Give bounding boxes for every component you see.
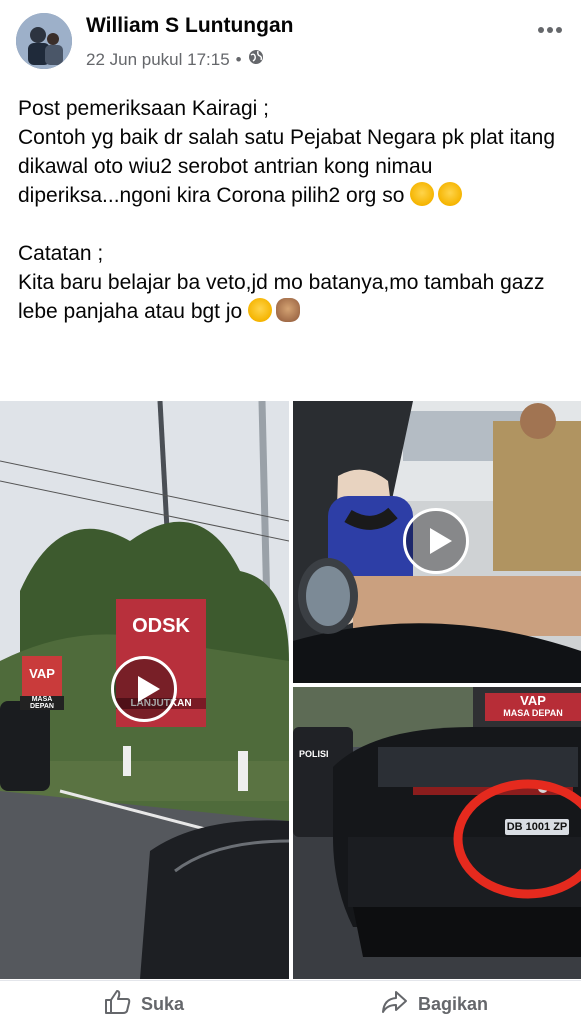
play-icon[interactable] bbox=[403, 508, 469, 574]
play-icon[interactable] bbox=[111, 656, 177, 722]
globe-icon bbox=[248, 49, 264, 70]
media-grid: ODSK LANJUTKAN VAP MASA DEPAN VAP MASA D… bbox=[0, 401, 581, 979]
share-arrow-icon bbox=[380, 989, 408, 1020]
post-line-content: Contoh yg baik dr salah satu Pejabat Neg… bbox=[18, 123, 568, 210]
timestamp[interactable]: 22 Jun pukul 17:15 bbox=[86, 50, 230, 70]
post-line-note-title: Catatan ; bbox=[18, 242, 104, 265]
post-line-content-text: Contoh yg baik dr salah satu Pejabat Neg… bbox=[18, 126, 556, 207]
post-header: William S Luntungan 22 Jun pukul 17:15 • bbox=[0, 0, 581, 80]
background-sign: VAP MASA DEPAN bbox=[485, 693, 581, 721]
more-options-icon[interactable] bbox=[537, 14, 563, 40]
author-name[interactable]: William S Luntungan bbox=[86, 14, 293, 38]
police-car-label: POLISI bbox=[299, 749, 329, 759]
shocked-emoji-icon bbox=[248, 298, 273, 322]
see-no-evil-monkey-icon bbox=[276, 298, 301, 322]
post-actions: Suka Bagikan bbox=[0, 980, 581, 1025]
thumbs-up-icon bbox=[103, 989, 131, 1020]
share-label: Bagikan bbox=[418, 994, 489, 1014]
video-tile-road[interactable]: ODSK LANJUTKAN VAP MASA DEPAN bbox=[0, 401, 289, 979]
sign-caption: MASA DEPAN bbox=[503, 708, 563, 718]
post-line-note: Kita baru belajar ba veto,jd mo batanya,… bbox=[18, 268, 568, 326]
sign-text: VAP bbox=[29, 666, 55, 681]
photo-tile-car-plate[interactable]: VAP MASA DEPAN POLISI DB 1001 ZP bbox=[293, 687, 581, 979]
post-text: Post pemeriksaan Kairagi ; Contoh yg bai… bbox=[18, 94, 568, 326]
red-highlight-circle bbox=[453, 779, 581, 899]
roadside-sign: VAP bbox=[22, 656, 62, 696]
sign-text: VAP bbox=[520, 693, 546, 708]
post-meta: 22 Jun pukul 17:15 • bbox=[86, 49, 264, 70]
share-button[interactable]: Bagikan bbox=[380, 989, 488, 1020]
video-tile-inspection[interactable] bbox=[293, 401, 581, 683]
post-line-title: Post pemeriksaan Kairagi ; bbox=[18, 97, 269, 120]
laughing-emoji-icon bbox=[410, 182, 435, 206]
roadside-sign-caption: MASA DEPAN bbox=[20, 696, 64, 710]
laughing-emoji-icon bbox=[438, 182, 463, 206]
meta-separator: • bbox=[235, 49, 242, 69]
like-button[interactable]: Suka bbox=[103, 989, 184, 1020]
avatar[interactable] bbox=[16, 13, 72, 69]
like-label: Suka bbox=[141, 994, 185, 1014]
billboard-text: ODSK bbox=[132, 615, 190, 637]
